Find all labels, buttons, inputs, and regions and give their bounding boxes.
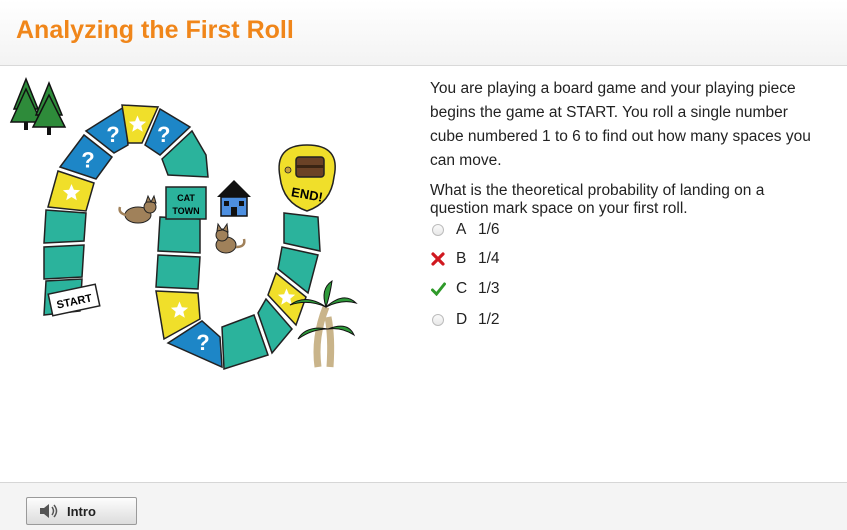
choice-text: 1/6 bbox=[478, 221, 500, 238]
question-mark-icon: ? bbox=[196, 330, 209, 355]
choice-text: 1/3 bbox=[478, 280, 500, 297]
end-treasure-tile: END! bbox=[278, 144, 336, 212]
answer-choice-b[interactable]: B 1/4 bbox=[430, 249, 500, 269]
question-prompt: You are playing a board game and your pl… bbox=[430, 80, 811, 169]
question-panel: You are playing a board game and your pl… bbox=[430, 77, 825, 338]
house-icon bbox=[217, 180, 251, 217]
cat-town-sign: CAT TOWN bbox=[165, 186, 207, 220]
board-space bbox=[43, 244, 85, 280]
radio-button[interactable] bbox=[430, 222, 446, 238]
question-mark-icon: ? bbox=[106, 122, 119, 147]
radio-button[interactable] bbox=[430, 312, 446, 328]
speaker-icon bbox=[40, 504, 58, 518]
choice-text: 1/4 bbox=[478, 250, 500, 267]
game-board: ???? START CAT TOWN END! bbox=[0, 67, 420, 397]
footer-bar: Intro bbox=[0, 482, 847, 530]
intro-button-label: Intro bbox=[67, 503, 96, 519]
choice-letter: C bbox=[456, 280, 468, 297]
correct-check-icon[interactable] bbox=[430, 281, 446, 297]
choice-text: 1/2 bbox=[478, 311, 500, 328]
question-subprompt: What is the theoretical probability of l… bbox=[430, 182, 765, 217]
cat-icon bbox=[118, 194, 157, 224]
board-space bbox=[283, 212, 321, 252]
board-space bbox=[157, 216, 201, 254]
header-bar: Analyzing the First Roll bbox=[0, 0, 847, 66]
pine-tree-icon bbox=[9, 76, 67, 135]
answer-choice-d[interactable]: D 1/2 bbox=[430, 310, 500, 330]
choice-letter: B bbox=[456, 250, 467, 267]
intro-button[interactable]: Intro bbox=[26, 497, 137, 525]
choice-letter: A bbox=[456, 221, 467, 238]
cat-icon bbox=[215, 222, 246, 254]
svg-text:TOWN: TOWN bbox=[172, 206, 199, 216]
question-mark-icon: ? bbox=[157, 122, 170, 147]
answer-choice-a[interactable]: A 1/6 bbox=[430, 220, 500, 240]
page-title: Analyzing the First Roll bbox=[16, 16, 294, 44]
board-space bbox=[43, 209, 87, 244]
choice-letter: D bbox=[456, 311, 468, 328]
incorrect-x-icon[interactable] bbox=[430, 251, 446, 267]
question-mark-icon: ? bbox=[81, 148, 94, 173]
board-space bbox=[155, 254, 201, 290]
answer-choice-c[interactable]: C 1/3 bbox=[430, 279, 500, 299]
svg-text:CAT: CAT bbox=[177, 193, 195, 203]
